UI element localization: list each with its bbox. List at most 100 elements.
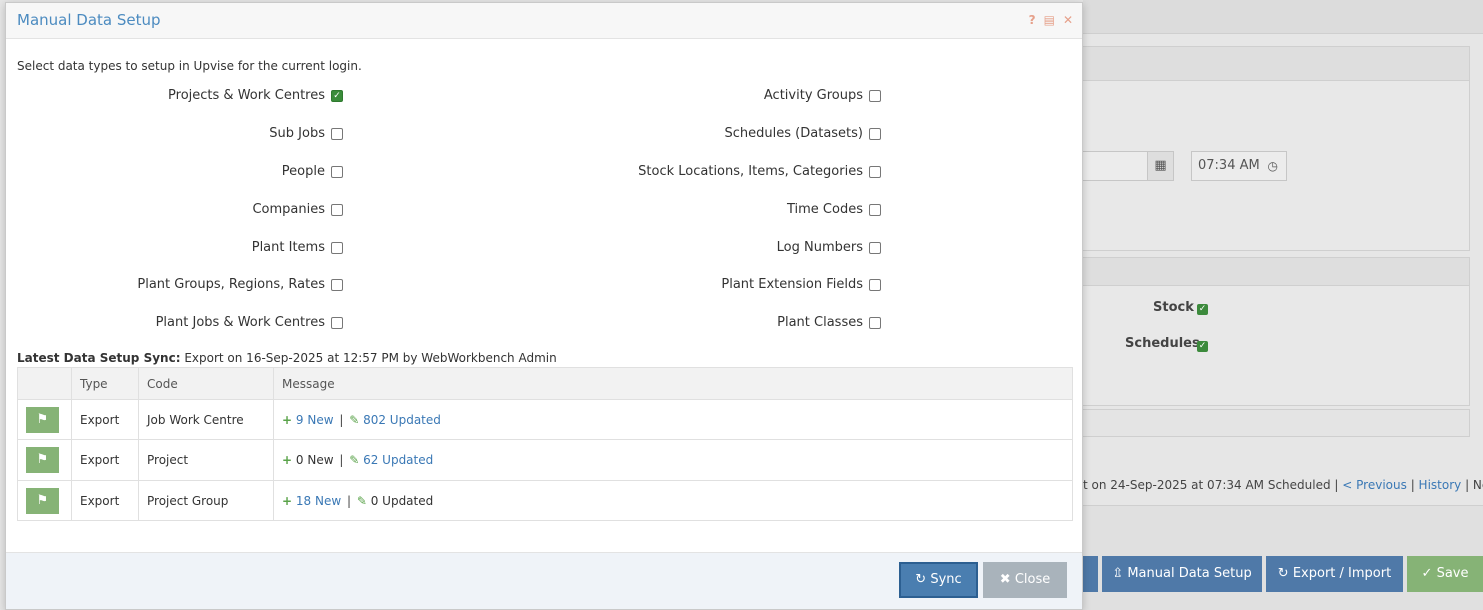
option-stock-locations-items-categories: Stock Locations, Items, Categories: [481, 163, 881, 183]
export-import-button[interactable]: ↻ Export / Import: [1266, 556, 1403, 592]
table-row: ⚑ Export Project + 0 New | ✎ 62 Updated: [17, 439, 1073, 481]
date-field[interactable]: [1081, 151, 1148, 181]
close-icon[interactable]: ✕: [1063, 14, 1073, 26]
table-row: ⚑ Export Job Work Centre + 9 New | ✎ 802 Up…: [17, 399, 1073, 440]
schedule-nav: t on 24-Sep-2025 at 07:34 AM Scheduled |…: [1083, 478, 1483, 492]
row-type: Export: [71, 399, 139, 440]
checkbox-time-codes[interactable]: [869, 204, 881, 216]
header-type: Type: [71, 367, 139, 400]
modal-header-icons: ? ▤ ✕: [1029, 14, 1073, 26]
checkbox-schedules-datasets[interactable]: [869, 128, 881, 140]
new-count: 0 New: [295, 453, 334, 467]
row-code: Project: [138, 439, 274, 481]
help-icon[interactable]: ?: [1029, 14, 1036, 26]
option-schedules-datasets: Schedules (Datasets): [481, 125, 881, 145]
save-button[interactable]: ✓ Save: [1407, 556, 1483, 592]
header-message: Message: [273, 367, 1073, 400]
flag-icon[interactable]: ⚑: [26, 447, 59, 473]
option-plant-classes: Plant Classes: [481, 314, 881, 334]
option-activity-groups: Activity Groups: [481, 87, 881, 107]
clock-icon: ◷: [1267, 159, 1278, 173]
close-x-icon: ✖: [999, 572, 1011, 587]
latest-sync-label: Latest Data Setup Sync:: [17, 351, 181, 365]
option-label: Time Codes: [786, 202, 863, 217]
row-flag-cell: ⚑: [17, 439, 72, 481]
background-panel-header: [1083, 47, 1469, 81]
option-label: Sub Jobs: [269, 126, 325, 141]
checkbox-plant-jobs-work-centres[interactable]: [331, 317, 343, 329]
edit-icon: ✎: [349, 453, 360, 467]
checkbox-companies[interactable]: [331, 204, 343, 216]
updated-count[interactable]: 62 Updated: [363, 453, 433, 467]
flag-icon[interactable]: ⚑: [26, 487, 59, 514]
plus-icon: +: [282, 412, 293, 427]
option-label: Projects & Work Centres: [168, 88, 325, 103]
option-label: Activity Groups: [763, 88, 863, 103]
checkbox-sub-jobs[interactable]: [331, 128, 343, 140]
checkbox-stock-locations-items-categories[interactable]: [869, 166, 881, 178]
checkbox-projects-work-centres[interactable]: ✓: [331, 90, 343, 102]
option-plant-items: Plant Items: [0, 239, 343, 259]
option-label: Plant Extension Fields: [721, 277, 863, 292]
time-field[interactable]: 07:34 AM ◷: [1191, 151, 1287, 181]
option-plant-jobs-work-centres: Plant Jobs & Work Centres: [0, 314, 343, 334]
background-options-panel: Stock ✓ Schedules ✓: [1083, 257, 1470, 406]
schedules-checkbox[interactable]: ✓: [1197, 341, 1208, 352]
option-log-numbers: Log Numbers: [481, 239, 881, 259]
next-link[interactable]: Next >: [1473, 478, 1483, 492]
option-label: Plant Groups, Regions, Rates: [137, 277, 325, 292]
edit-icon: ✎: [349, 412, 360, 427]
manual-data-setup-button[interactable]: ⇫ Manual Data Setup: [1102, 556, 1262, 592]
new-count[interactable]: 9 New: [296, 413, 334, 427]
option-label: Log Numbers: [776, 240, 863, 255]
updated-count[interactable]: 802 Updated: [363, 413, 441, 427]
updated-count: 0 Updated: [370, 493, 434, 508]
option-label: Plant Jobs & Work Centres: [155, 315, 325, 330]
checkbox-plant-items[interactable]: [331, 242, 343, 254]
row-message: + 18 New | ✎ 0 Updated: [273, 480, 1073, 521]
stock-label: Stock: [1153, 300, 1194, 315]
row-flag-cell: ⚑: [17, 480, 72, 521]
latest-sync-value: Export on 16-Sep-2025 at 12:57 PM by Web…: [184, 351, 557, 365]
sync-log-table: Type Code Message ⚑ Export Job Work Centre…: [17, 367, 1073, 521]
separator: |: [343, 493, 355, 508]
previous-link[interactable]: < Previous: [1342, 478, 1407, 492]
edit-icon: ✎: [356, 493, 367, 508]
check-icon: ✓: [1421, 566, 1433, 581]
sync-button[interactable]: ↻ Sync: [899, 562, 978, 598]
table-icon[interactable]: ▤: [1044, 14, 1055, 26]
option-people: People: [0, 163, 343, 183]
separator: |: [335, 453, 348, 467]
option-label: Plant Classes: [777, 315, 863, 330]
checkbox-log-numbers[interactable]: [869, 242, 881, 254]
option-label: Companies: [252, 202, 325, 217]
checkbox-plant-groups-regions-rates[interactable]: [331, 279, 343, 291]
background-panel: ▦ 07:34 AM ◷: [1081, 46, 1470, 251]
option-sub-jobs: Sub Jobs: [0, 125, 343, 145]
close-button[interactable]: ✖ Close: [983, 562, 1067, 598]
manual-data-setup-modal: Manual Data Setup ? ▤ ✕ Select data type…: [5, 2, 1083, 610]
schedules-label: Schedules: [1125, 336, 1200, 351]
checkbox-plant-extension-fields[interactable]: [869, 279, 881, 291]
checkbox-people[interactable]: [331, 166, 343, 178]
background-top-strip: [1083, 0, 1483, 34]
new-count[interactable]: 18 New: [296, 494, 341, 508]
option-companies: Companies: [0, 201, 343, 221]
stock-checkbox[interactable]: ✓: [1197, 304, 1208, 315]
option-projects-work-centres: Projects & Work Centres ✓: [0, 87, 343, 107]
history-link[interactable]: History: [1419, 478, 1462, 492]
calendar-icon[interactable]: ▦: [1147, 151, 1174, 181]
row-code: Job Work Centre: [138, 399, 274, 440]
checkbox-plant-classes[interactable]: [869, 317, 881, 329]
flag-icon[interactable]: ⚑: [26, 406, 59, 433]
plus-icon: +: [282, 453, 293, 467]
option-time-codes: Time Codes: [481, 201, 881, 221]
modal-title: Manual Data Setup: [17, 11, 161, 29]
checkbox-activity-groups[interactable]: [869, 90, 881, 102]
modal-intro-text: Select data types to setup in Upvise for…: [17, 59, 362, 73]
background-button-partial[interactable]: [1083, 556, 1098, 592]
background-section-strip: [1083, 409, 1470, 437]
header-icon-col: [17, 367, 72, 400]
header-code: Code: [138, 367, 274, 400]
time-value: 07:34 AM: [1198, 158, 1260, 173]
